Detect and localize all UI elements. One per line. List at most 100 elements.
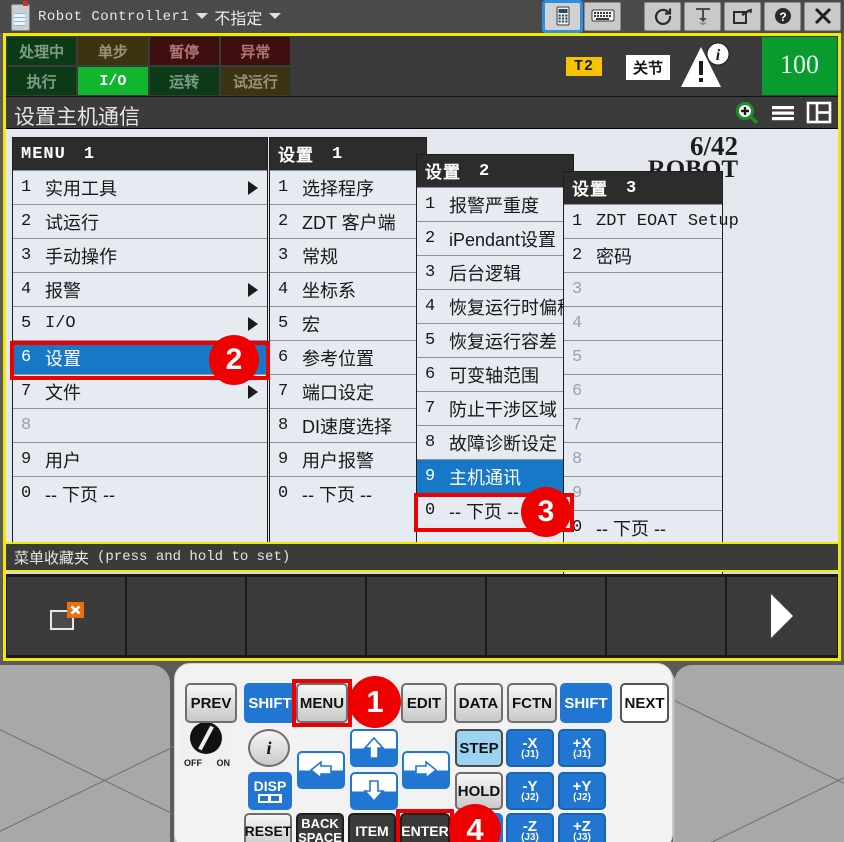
menu-item-label: 常规 bbox=[302, 243, 338, 269]
menu-item[interactable]: 0-- 下页 -- bbox=[270, 476, 426, 510]
menu-item[interactable]: 2试运行 bbox=[13, 204, 267, 238]
menu-item-label: -- 下页 -- bbox=[596, 515, 666, 541]
favorite-slot-2[interactable] bbox=[127, 577, 245, 655]
menu-item-number: 4 bbox=[278, 280, 294, 299]
key-jog-plus-z[interactable]: +Z (J3) bbox=[558, 813, 606, 842]
svg-text:?: ? bbox=[779, 10, 786, 24]
status-indicator-grid: 处理中 单步 暂停 异常 执行 I/O 运转 试运行 bbox=[6, 36, 291, 96]
menu-item-label: 报警严重度 bbox=[449, 192, 539, 218]
key-arrow-right[interactable] bbox=[402, 751, 450, 789]
key-item[interactable]: ITEM bbox=[348, 813, 396, 842]
menu-item[interactable]: 4恢复运行时偏移 bbox=[417, 289, 573, 323]
help-button[interactable]: ? bbox=[764, 2, 801, 31]
key-enter[interactable]: ENTER bbox=[400, 813, 450, 842]
hamburger-menu-icon[interactable] bbox=[770, 102, 796, 124]
controller-dropdown-caret-icon[interactable] bbox=[196, 13, 208, 19]
close-button[interactable] bbox=[804, 2, 841, 31]
key-jog-minus-x[interactable]: -X (J1) bbox=[506, 729, 554, 767]
menu-item[interactable]: 0-- 下页 -- bbox=[564, 510, 722, 544]
menu-item[interactable]: 0-- 下页 -- bbox=[13, 476, 267, 510]
menu-item-label: 坐标系 bbox=[302, 277, 356, 303]
window-titlebar: Robot Controller1 不指定 ? bbox=[0, 0, 844, 33]
menu-item[interactable]: 3后台逻辑 bbox=[417, 255, 573, 289]
menu-item-number: 7 bbox=[425, 399, 441, 418]
popout-button[interactable] bbox=[724, 2, 761, 31]
menu-item[interactable]: 9用户报警 bbox=[270, 442, 426, 476]
key-step[interactable]: STEP bbox=[455, 729, 503, 767]
menu-item[interactable]: 5宏 bbox=[270, 306, 426, 340]
key-reset[interactable]: RESET bbox=[244, 813, 292, 842]
key-prev[interactable]: PREV bbox=[185, 683, 237, 723]
menu-item[interactable]: 9 bbox=[564, 476, 722, 510]
menu-item[interactable]: 7端口设定 bbox=[270, 374, 426, 408]
menu-item-number: 8 bbox=[278, 416, 294, 435]
menu-item[interactable]: 8故障诊断设定 bbox=[417, 425, 573, 459]
menu-item[interactable]: 8 bbox=[13, 408, 267, 442]
key-info-icon[interactable]: i bbox=[248, 729, 290, 767]
menu-item[interactable]: 3常规 bbox=[270, 238, 426, 272]
menu-item[interactable]: 1ZDT EOAT Setup bbox=[564, 204, 722, 238]
menu-item[interactable]: 2ZDT 客户端 bbox=[270, 204, 426, 238]
key-arrow-left[interactable] bbox=[297, 751, 345, 789]
key-jog-plus-y[interactable]: +Y (J2) bbox=[558, 772, 606, 810]
favorite-slot-6[interactable] bbox=[607, 577, 725, 655]
key-backspace[interactable]: BACK SPACE bbox=[296, 813, 344, 842]
menu-item[interactable]: 1实用工具 bbox=[13, 170, 267, 204]
key-disp[interactable]: DISP bbox=[248, 772, 292, 810]
key-backspace-label: BACK SPACE bbox=[298, 817, 342, 842]
submenu-arrow-icon bbox=[248, 283, 258, 297]
key-jog-plus-x[interactable]: +X (J1) bbox=[558, 729, 606, 767]
key-jog-minus-z[interactable]: -Z (J3) bbox=[506, 813, 554, 842]
menu-item[interactable]: 6 bbox=[564, 374, 722, 408]
key-jog-minus-y[interactable]: -Y (J2) bbox=[506, 772, 554, 810]
favorite-slot-3[interactable] bbox=[247, 577, 365, 655]
key-shift-right[interactable]: SHIFT bbox=[560, 683, 612, 723]
menu-item[interactable]: 4报警 bbox=[13, 272, 267, 306]
menu-item[interactable]: 7防止干涉区域 bbox=[417, 391, 573, 425]
key-arrow-up[interactable] bbox=[350, 729, 398, 767]
key-edit[interactable]: EDIT bbox=[401, 683, 447, 723]
menu-item[interactable]: 5恢复运行容差 bbox=[417, 323, 573, 357]
menu-item[interactable]: 8DI速度选择 bbox=[270, 408, 426, 442]
align-icon-button[interactable] bbox=[684, 2, 721, 31]
menu-item[interactable]: 2iPendant设置 bbox=[417, 221, 573, 255]
menu-item[interactable]: 4 坐标系 bbox=[270, 272, 426, 306]
menu-item[interactable]: 4 bbox=[564, 306, 722, 340]
menu-item[interactable]: 5 bbox=[564, 340, 722, 374]
menu-item[interactable]: 1报警严重度 bbox=[417, 187, 573, 221]
menu-item-number: 4 bbox=[21, 280, 37, 299]
speed-override-indicator[interactable]: 100 % bbox=[762, 37, 837, 95]
key-next[interactable]: NEXT bbox=[620, 683, 669, 723]
keyboard-button[interactable] bbox=[584, 2, 621, 31]
menu-item[interactable]: 2密码 bbox=[564, 238, 722, 272]
favorite-slot-1[interactable] bbox=[7, 577, 125, 655]
teach-pendant-icon bbox=[0, 0, 34, 33]
scope-dropdown-caret-icon[interactable] bbox=[269, 13, 281, 19]
menu-item-number: 6 bbox=[425, 365, 441, 384]
zoom-in-icon[interactable] bbox=[734, 100, 760, 125]
key-arrow-down[interactable] bbox=[350, 772, 398, 810]
menu-item[interactable]: 7 bbox=[564, 408, 722, 442]
menu-item[interactable]: 3 bbox=[564, 272, 722, 306]
menu-item[interactable]: 9用户 bbox=[13, 442, 267, 476]
favorite-slot-4[interactable] bbox=[367, 577, 485, 655]
menu-item[interactable]: 8 bbox=[564, 442, 722, 476]
warning-info-icon[interactable]: i bbox=[674, 41, 734, 93]
refresh-button[interactable] bbox=[644, 2, 681, 31]
display-split-icon bbox=[257, 793, 283, 804]
menu-item[interactable]: 1选择程序 bbox=[270, 170, 426, 204]
key-menu[interactable]: MENU bbox=[296, 683, 348, 723]
favorites-next-button[interactable] bbox=[727, 577, 837, 655]
menu-item-label: 实用工具 bbox=[45, 175, 117, 201]
menu-item[interactable]: 6可变轴范围 bbox=[417, 357, 573, 391]
arrow-right-icon bbox=[413, 759, 439, 781]
submenu-arrow-icon bbox=[248, 385, 258, 399]
key-shift-left[interactable]: SHIFT bbox=[244, 683, 296, 723]
pendant-view-button[interactable] bbox=[544, 2, 581, 31]
key-fctn[interactable]: FCTN bbox=[507, 683, 557, 723]
menu-item[interactable]: 3手动操作 bbox=[13, 238, 267, 272]
menu-item[interactable]: 6参考位置 bbox=[270, 340, 426, 374]
split-layout-icon[interactable] bbox=[806, 101, 832, 124]
favorite-slot-5[interactable] bbox=[487, 577, 605, 655]
key-data[interactable]: DATA bbox=[454, 683, 503, 723]
